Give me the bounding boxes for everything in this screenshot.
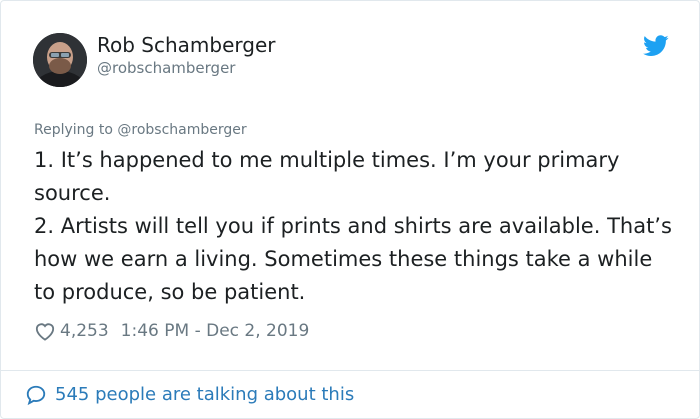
author-handle[interactable]: @robschamberger — [97, 58, 235, 78]
avatar-image — [33, 33, 87, 87]
avatar[interactable] — [33, 33, 87, 87]
tweet-text: 1. It’s happened to me multiple times. I… — [34, 144, 674, 309]
conversation-link[interactable]: 545 people are talking about this — [25, 382, 354, 408]
conversation-label[interactable]: 545 people are talking about this — [55, 382, 354, 408]
author-name[interactable]: Rob Schamberger — [97, 32, 276, 58]
replying-to[interactable]: Replying to @robschamberger — [34, 120, 247, 140]
speech-bubble-icon — [25, 384, 47, 406]
tweet-line-1: 1. It’s happened to me multiple times. I… — [34, 148, 620, 205]
twitter-bird-icon[interactable] — [643, 35, 669, 57]
tweet-timestamp[interactable]: 1:46 PM - Dec 2, 2019 — [121, 319, 310, 343]
like-count[interactable]: 4,253 — [60, 319, 109, 343]
heart-icon[interactable] — [34, 321, 56, 341]
tweet-line-2: 2. Artists will tell you if prints and s… — [34, 214, 672, 304]
tweet-card: Rob Schamberger @robschamberger Replying… — [0, 0, 700, 419]
divider — [1, 370, 699, 371]
tweet-meta: 4,253 1:46 PM - Dec 2, 2019 — [34, 319, 309, 343]
